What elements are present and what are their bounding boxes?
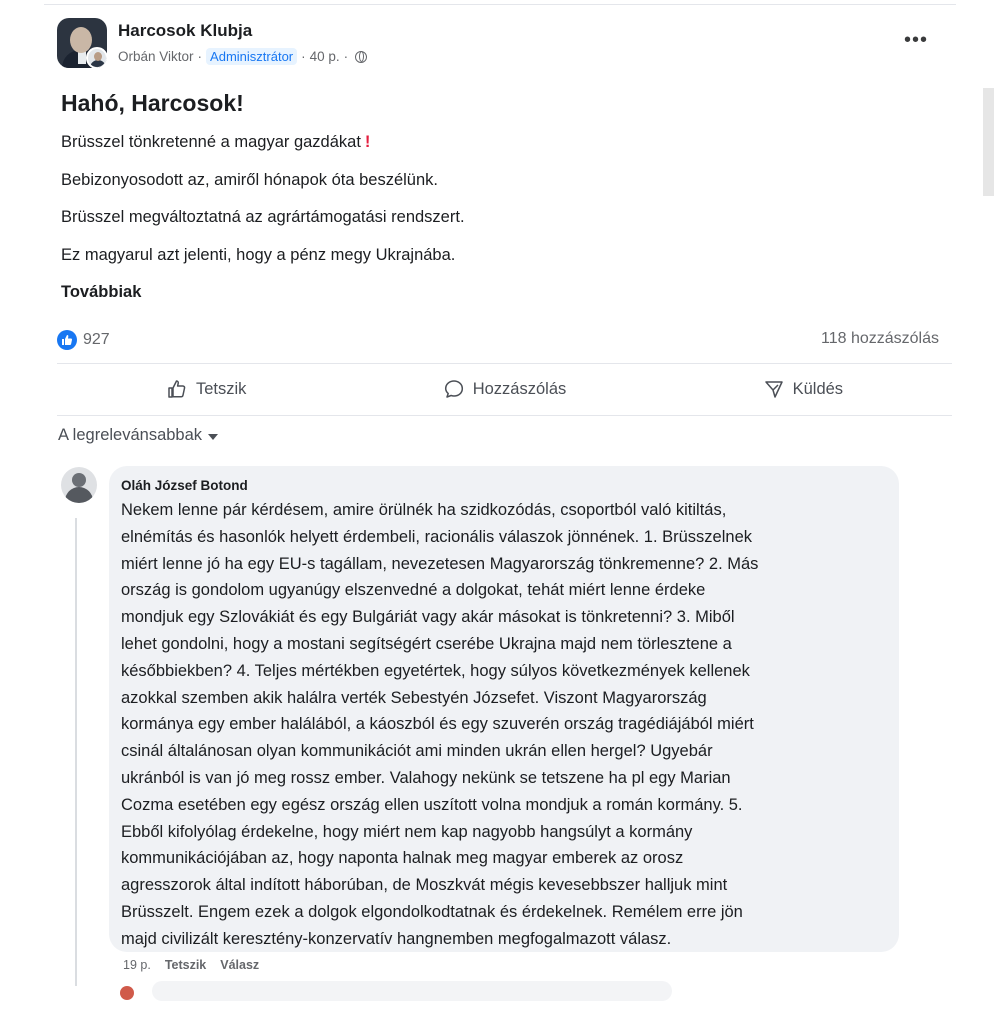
send-button[interactable]: Küldés <box>654 368 952 410</box>
post-header: Harcosok Klubja Orbán Viktor · Adminiszt… <box>44 8 956 78</box>
comment-sort-dropdown[interactable]: A legrelevánsabbak <box>58 426 219 445</box>
author-name-link[interactable]: Orbán Viktor <box>118 49 194 64</box>
admin-badge[interactable]: Adminisztrátor <box>206 48 298 65</box>
comment-line: majd civilizált keresztény-konzervatív h… <box>121 929 672 948</box>
comment-line: Ebből kifolyólag érdekelne, hogy miért n… <box>121 822 693 841</box>
comment-line: későbbiekben? 4. Teljes mértékben egyeté… <box>121 661 750 680</box>
comment-actions: 19 p. Tetszik Válasz <box>123 958 259 972</box>
divider <box>57 363 952 364</box>
exclamation-icon: ! <box>364 133 371 151</box>
next-commenter-avatar[interactable] <box>120 986 134 1000</box>
comment-line: elnémítás és hasonlók helyett érdembeli,… <box>121 527 753 546</box>
send-icon <box>764 381 783 398</box>
group-name-link[interactable]: Harcosok Klubja <box>118 21 252 41</box>
post-actions-bar: Tetszik Hozzászólás Küldés <box>57 368 952 410</box>
thumbs-up-icon <box>168 380 186 398</box>
sort-label: A legrelevánsabbak <box>58 426 203 444</box>
caret-down-icon <box>208 433 219 440</box>
post-paragraph-4: Ez magyarul azt jelenti, hogy a pénz meg… <box>61 246 456 264</box>
comment-text: Nekem lenne pár kérdésem, amire örülnék … <box>121 497 887 953</box>
author-avatar[interactable] <box>86 47 107 68</box>
group-avatar[interactable] <box>57 18 107 68</box>
post-card: Harcosok Klubja Orbán Viktor · Adminiszt… <box>44 8 956 1001</box>
comment-button[interactable]: Hozzászólás <box>355 368 653 410</box>
comment-line: kommunikációjában az, hogy naponta halna… <box>121 849 684 868</box>
reaction-count: 927 <box>83 331 110 348</box>
meta-separator: · <box>197 49 203 64</box>
comment-reply-button[interactable]: Válasz <box>220 958 259 972</box>
comment-line: Nekem lenne pár kérdésem, amire örülnék … <box>121 501 727 519</box>
post-meta: Orbán Viktor · Adminisztrátor · 40 p. · <box>118 48 368 65</box>
comment-line: ország is gondolom ugyanúgy elszenvedné … <box>121 581 706 600</box>
post-paragraph-1: Brüsszel tönkretenné a magyar gazdákat! <box>61 133 371 151</box>
post-paragraph-3: Brüsszel megváltoztatná az agrártámogatá… <box>61 208 465 226</box>
comment-button-label: Hozzászólás <box>472 379 567 398</box>
comment-line: miért lenne jó ha egy EU-s tagállam, nev… <box>121 554 759 573</box>
comment-line: Cozma esetében egy egész ország ellen us… <box>121 795 743 814</box>
thread-line <box>75 518 77 986</box>
comment-line: ukránból is van jó meg rossz ember. Vala… <box>121 768 731 787</box>
comment-time[interactable]: 19 p. <box>123 958 151 972</box>
like-reaction-icon <box>57 330 77 350</box>
post-paragraph-2: Bebizonyosodott az, amiről hónapok óta b… <box>61 171 438 189</box>
comment-count-link[interactable]: 118 hozzászólás <box>821 330 939 348</box>
globe-icon <box>355 50 368 63</box>
comment-bubble: Oláh József Botond Nekem lenne pár kérdé… <box>109 466 899 952</box>
comment-line: csinál általánosan olyan kommunikációt a… <box>121 742 713 761</box>
reaction-summary[interactable]: 927 <box>57 330 110 350</box>
side-panel-edge <box>983 88 994 196</box>
meta-separator: · <box>301 49 306 64</box>
comment-line: azokkal szemben akik halálra verték Sebe… <box>121 688 707 707</box>
comment-line: kormánya egy ember halálából, a káoszból… <box>121 715 754 734</box>
top-divider <box>44 4 956 5</box>
comment-line: mondjuk egy Szlovákiát és egy Bulgáriát … <box>121 608 735 627</box>
comment-like-button[interactable]: Tetszik <box>165 958 206 972</box>
comment-icon <box>444 380 463 398</box>
send-button-label: Küldés <box>792 379 844 398</box>
more-options-icon[interactable]: ••• <box>904 30 928 50</box>
comment-line: Brüsszelt. Engem ezek a dolgok elgondolk… <box>121 902 743 921</box>
meta-separator: · <box>343 49 349 64</box>
see-more-link[interactable]: Továbbiak <box>61 283 141 302</box>
like-button[interactable]: Tetszik <box>57 368 355 410</box>
post-headline: Hahó, Harcosok! <box>61 90 244 116</box>
next-comment-bubble <box>152 981 672 1001</box>
post-time[interactable]: 40 p. <box>310 49 340 64</box>
divider <box>57 415 952 416</box>
commenter-name-link[interactable]: Oláh József Botond <box>121 478 887 493</box>
comment-line: lehet gondolni, hogy a mostani segítségé… <box>121 634 732 653</box>
like-button-label: Tetszik <box>195 379 247 398</box>
commenter-avatar[interactable] <box>61 467 97 503</box>
comment-line: agresszorok által indított háborúban, de… <box>121 876 728 895</box>
